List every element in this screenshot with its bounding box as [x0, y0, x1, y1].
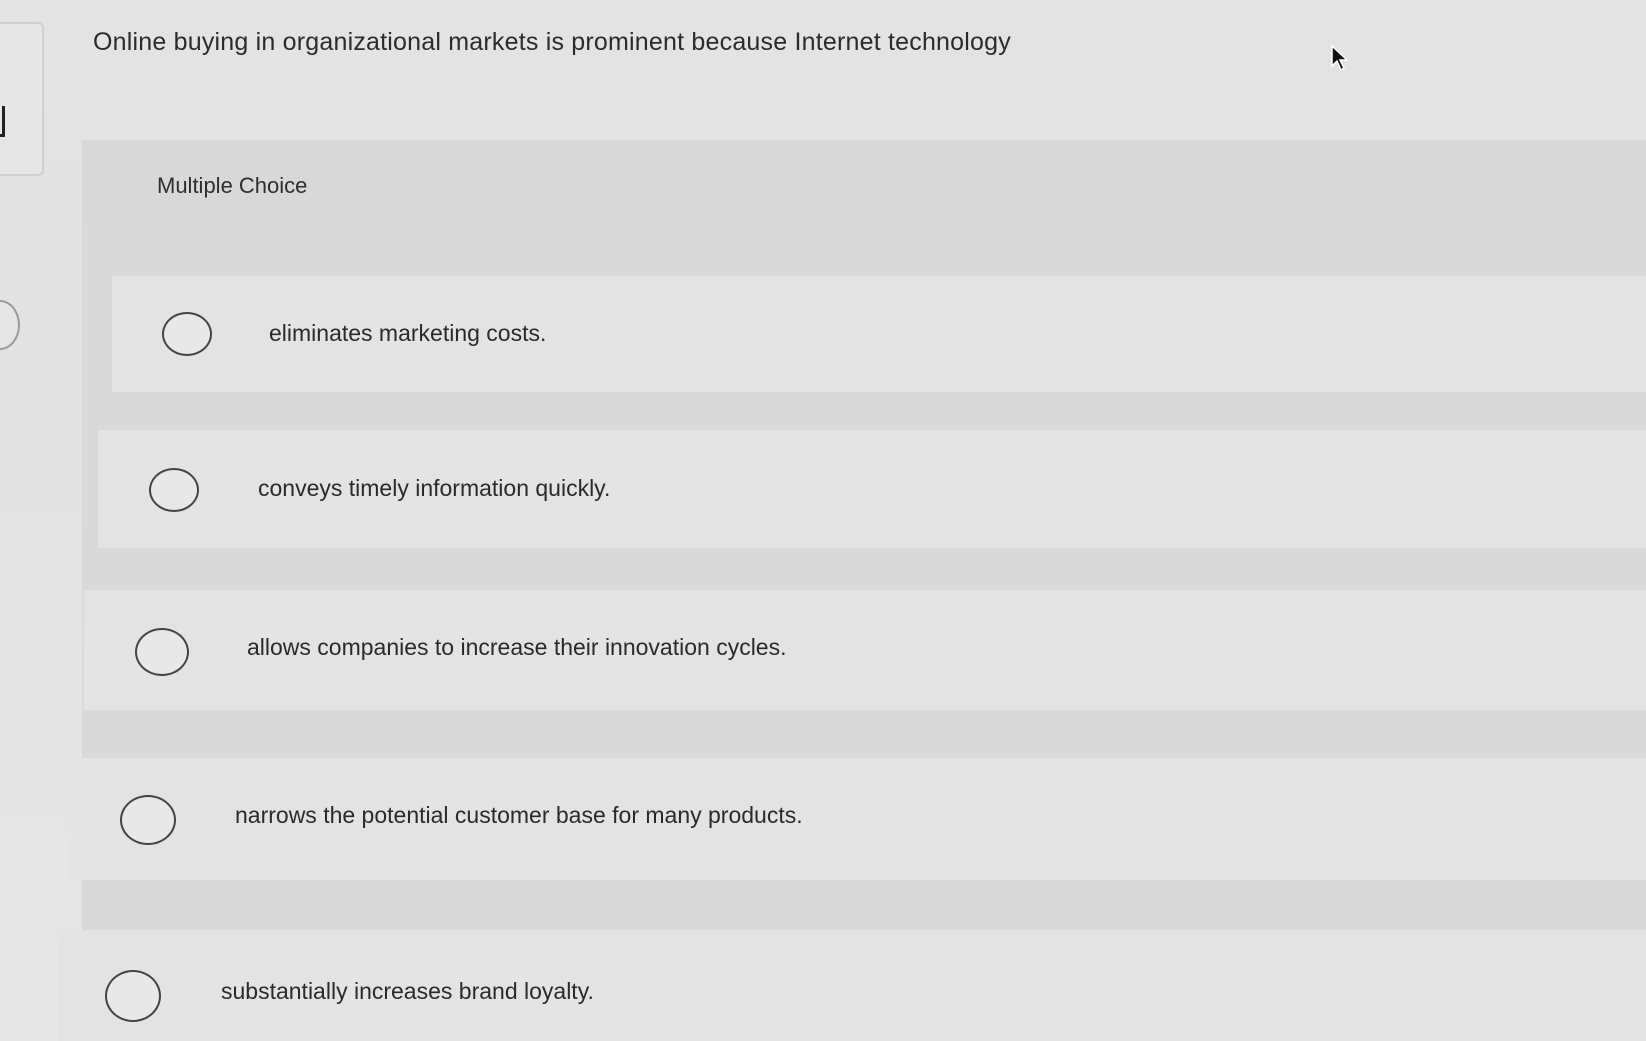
radio-unselected-icon[interactable] [162, 312, 212, 356]
multiple-choice-label: Multiple Choice [157, 173, 308, 198]
answer-option-5-label[interactable]: substantially increases brand loyalty. [221, 978, 594, 1005]
multiple-choice-header [82, 140, 1646, 224]
quiz-page: Online buying in organizational markets … [0, 0, 1646, 1041]
answer-option-1-label[interactable]: eliminates marketing costs. [269, 320, 546, 347]
mouse-pointer-icon [1331, 44, 1349, 72]
radio-unselected-icon[interactable] [149, 468, 199, 512]
side-tab[interactable] [0, 22, 44, 176]
radio-unselected-icon[interactable] [120, 795, 176, 845]
answer-option-3-label[interactable]: allows companies to increase their innov… [247, 634, 787, 661]
radio-unselected-icon[interactable] [105, 970, 161, 1022]
answer-option-2-label[interactable]: conveys timely information quickly. [258, 475, 610, 502]
radio-unselected-icon[interactable] [135, 628, 189, 676]
question-text: Online buying in organizational markets … [93, 28, 1011, 56]
answer-option-4-label[interactable]: narrows the potential customer base for … [235, 802, 803, 829]
side-nav-handle[interactable] [0, 300, 20, 350]
side-tab-mark [0, 106, 5, 137]
